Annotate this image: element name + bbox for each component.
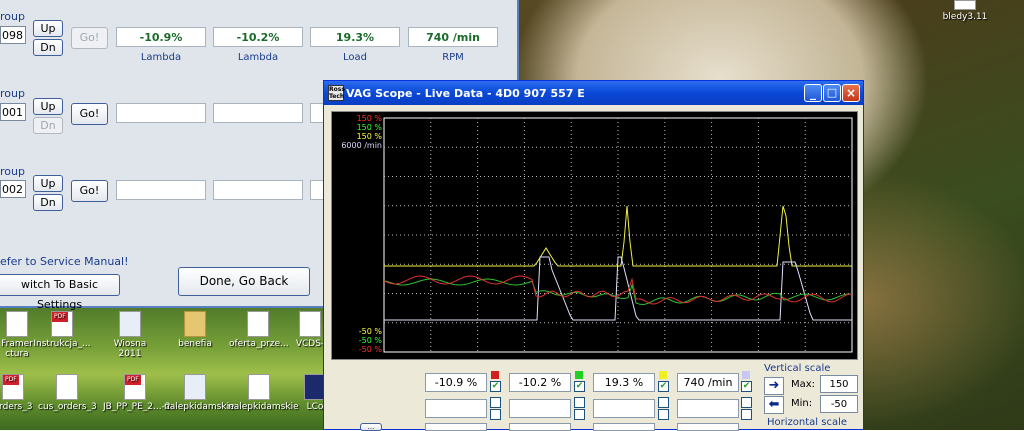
measure-value [310,180,324,200]
group-number-input[interactable]: 001 [0,103,26,121]
desktop-icon-label: bledy3.11 [942,12,988,22]
desktop-icon[interactable]: benefia [166,311,224,349]
channel-enable-checkbox[interactable] [658,409,669,420]
app-logo-icon: Ross Tech [328,85,345,101]
measure-value [213,103,303,123]
channel-value: -10.2 % [509,373,571,392]
channel-enable-checkbox[interactable]: ✔ [741,381,752,392]
done-go-back-button[interactable]: Done, Go Back [178,267,310,296]
desktop-icon-bledy[interactable]: bledy3.11 [930,0,1000,22]
channel-color-swatch[interactable] [575,371,583,379]
measure-value: -10.2% [213,27,303,47]
document-icon [56,374,78,400]
channel-enable-checkbox[interactable] [741,397,752,408]
channel-value: 740 /min [677,373,739,392]
up-button[interactable]: Up [33,175,63,192]
minimize-icon[interactable]: _ [804,84,822,102]
channel-enable-checkbox[interactable] [574,409,585,420]
desktop-icon[interactable]: Wiosna 2011 [101,311,159,359]
odf-icon [119,311,141,337]
max-label: Max: [791,379,816,390]
window-title: VAG Scope - Live Data - 4D0 907 557 E [346,87,585,100]
pdf-icon [2,374,24,400]
measure-unit: Lambda [140,52,182,63]
document-icon [6,311,28,337]
dn-button[interactable]: Dn [33,194,63,211]
measure-unit: Load [343,52,367,63]
dn-button[interactable]: Dn [33,117,63,134]
document-icon [247,311,269,337]
folder-icon [184,311,206,337]
channel-color-box[interactable] [574,397,585,408]
channel-enable-checkbox[interactable] [490,409,501,420]
close-icon[interactable]: × [842,84,860,102]
channel-color-box[interactable] [658,397,669,408]
service-manual-note: efer to Service Manual! [0,255,129,268]
group-label: roup [0,165,25,178]
channel-color-swatch[interactable] [659,371,667,379]
shortcut-icon [299,311,321,337]
measure-value [213,180,303,200]
channel-value: 19.3 % [593,373,655,392]
channel-color-swatch[interactable] [742,371,750,379]
desktop-icon[interactable]: nalepkidamskie [164,374,235,412]
pdf-icon [124,374,146,400]
desktop-icon[interactable]: nalepkidamskie [228,374,299,412]
vertical-max-input[interactable]: 150 [820,375,858,393]
go-button[interactable]: Go! [71,27,108,49]
desktop-icon[interactable]: oferta_prze... [229,311,289,349]
desktop-icon[interactable]: Instrukcja_... [33,311,91,349]
desktop-icon[interactable]: cus_orders_3 [38,374,97,412]
group-number-input[interactable]: 002 [0,180,26,198]
dn-button[interactable]: Dn [33,39,63,56]
file-icon [954,0,976,10]
channel-enable-checkbox[interactable] [741,409,752,420]
channel-color-box[interactable] [490,397,501,408]
channel-value [593,399,655,418]
scope-title-bar[interactable]: Ross Tech VAG Scope - Live Data - 4D0 907… [324,81,863,105]
scope-plot: 150 % 150 % 150 % 6000 /min -50 % -50 % … [331,111,858,360]
measure-value [310,103,324,123]
measure-value [116,180,206,200]
desktop-icon[interactable]: JB_PP_PE_2...-2 [103,374,171,412]
measure-value: 740 /min [408,27,498,47]
go-button[interactable]: Go! [71,103,108,125]
measure-unit: Lambda [237,52,279,63]
pdf-icon [51,311,73,337]
vag-scope-window: Ross Tech VAG Scope - Live Data - 4D0 907… [323,80,864,431]
scope-traces [383,117,853,353]
channel-value: -10.9 % [425,373,487,392]
measure-value [116,103,206,123]
measure-unit: RPM [442,52,464,63]
min-label: Min: [791,398,813,409]
switch-basic-settings-button[interactable]: witch To Basic Settings [0,274,120,311]
group-label: roup [0,87,25,100]
channel-enable-checkbox[interactable]: ✔ [490,381,501,392]
arrow-right-icon[interactable]: ➜ [764,377,784,395]
arrow-left-icon[interactable]: ⬅ [764,396,784,414]
channel-enable-checkbox[interactable]: ✔ [658,381,669,392]
vertical-scale-title: Vertical scale [764,363,831,374]
group-number-input[interactable]: 098 [0,26,26,44]
up-button[interactable]: Up [33,98,63,115]
channel-value [425,399,487,418]
channel-value [677,399,739,418]
channel-value [509,399,571,418]
go-button[interactable]: Go! [71,180,108,202]
measure-value: 19.3% [310,27,400,47]
measure-value: -10.9% [116,27,206,47]
desktop-icon[interactable]: orders_3 [0,374,42,412]
document-icon [248,374,270,400]
maximize-icon[interactable]: □ [823,84,841,102]
channel-color-swatch[interactable] [491,371,499,379]
channel-enable-checkbox[interactable]: ✔ [574,381,585,392]
odf-icon [184,374,206,400]
horizontal-scale-title: Horizontal scale [767,417,848,428]
up-button[interactable]: Up [33,20,63,37]
group-label: roup [0,10,25,23]
vertical-min-input[interactable]: -50 [820,395,858,413]
